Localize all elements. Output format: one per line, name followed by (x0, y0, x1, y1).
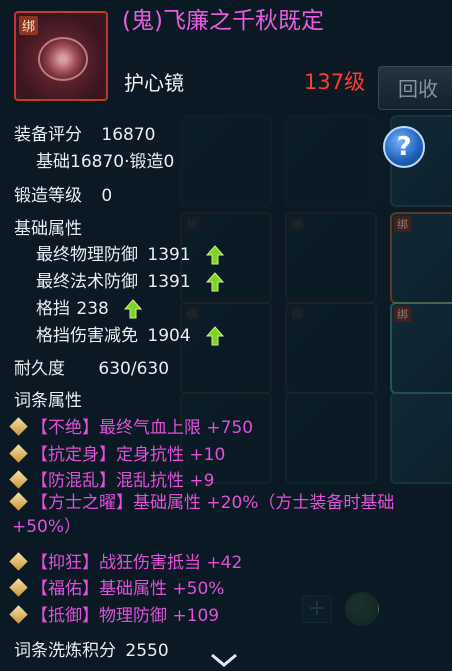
affix-row: 【福佑】基础属性 +50% (9, 574, 225, 599)
base-attr-row: 最终物理防御 1391 (36, 240, 225, 265)
affix-row: 【不绝】最终气血上限 +750 (9, 413, 254, 438)
green-up-arrow-icon (205, 326, 225, 346)
affix-text: 【不绝】最终气血上限 +750 (31, 418, 254, 438)
recycle-button[interactable]: 回收 (378, 66, 452, 110)
attr-name: 最终法术防御 (36, 272, 138, 292)
affix-row: 【抵御】物理防御 +109 (9, 601, 220, 626)
forge-level-value: 0 (101, 186, 113, 206)
affix-text: 【抗定身】定身抗性 +10 (31, 445, 226, 465)
green-up-arrow-icon (124, 299, 143, 319)
refine-label: 词条洗炼积分 (14, 641, 116, 661)
attr-name: 最终物理防御 (36, 245, 138, 265)
gold-diamond-icon (9, 604, 28, 624)
affix-text: 【抑狂】战狂伤害抵当 +42 (31, 553, 243, 573)
refine-value: 2550 (125, 641, 169, 661)
durability-row: 耐久度 630/630 (14, 354, 169, 379)
score-breakdown: 基础16870·锻造0 (36, 152, 175, 172)
durability-label: 耐久度 (14, 359, 65, 379)
affix-text: 【方士之曜】基础属性 +20%（方士装备时基础 +50%） (12, 493, 395, 537)
attr-value: 1391 (147, 245, 191, 265)
attr-value: 238 (76, 299, 109, 319)
inventory-slot[interactable]: 绑 (390, 302, 452, 394)
gold-diamond-icon (9, 416, 28, 436)
affix-text: 【福佑】基础属性 +50% (31, 579, 225, 599)
green-up-arrow-icon (205, 245, 225, 265)
gold-diamond-icon (9, 551, 28, 571)
item-icon: 绑 (14, 11, 108, 101)
base-attr-row: 格挡 238 (36, 294, 143, 319)
affix-row: 【方士之曜】基础属性 +20%（方士装备时基础 +50%） (9, 491, 424, 539)
score-value: 16870 (101, 125, 156, 145)
attr-name: 格挡伤害减免 (36, 326, 138, 346)
item-tooltip: 绑 (鬼)飞廉之千秋既定 护心镜 137级 装备评分 16870 基础16870… (0, 0, 394, 671)
gold-diamond-icon (9, 577, 28, 597)
gold-diamond-icon (9, 443, 28, 463)
inventory-slot[interactable]: 绑 (390, 212, 452, 304)
base-attr-row: 格挡伤害减免 1904 (36, 321, 225, 346)
bind-badge: 绑 (19, 16, 39, 35)
base-attr-row: 最终法术防御 1391 (36, 267, 225, 292)
durability-value: 630/630 (98, 359, 170, 379)
bind-badge: 绑 (394, 216, 411, 232)
affix-text: 【防混乱】混乱抗性 +9 (31, 471, 215, 491)
affix-row: 【抗定身】定身抗性 +10 (9, 440, 226, 465)
attr-name: 格挡 (36, 299, 70, 319)
question-mark-icon[interactable]: ? (383, 126, 425, 168)
score-label: 装备评分 (14, 125, 82, 145)
affix-row: 【防混乱】混乱抗性 +9 (9, 466, 215, 491)
attr-value: 1904 (147, 326, 191, 346)
bind-badge: 绑 (394, 306, 411, 322)
item-name: (鬼)飞廉之千秋既定 (122, 8, 324, 34)
forge-level-row: 锻造等级 0 (14, 181, 112, 206)
mirror-emblem-icon (38, 37, 88, 81)
affix-heading: 词条属性 (14, 391, 82, 411)
item-type: 护心镜 (124, 71, 184, 95)
green-up-arrow-icon (205, 272, 225, 292)
inventory-slot[interactable] (390, 392, 452, 484)
gold-diamond-icon (9, 469, 28, 489)
forge-level-label: 锻造等级 (14, 186, 82, 206)
refine-row: 词条洗炼积分 2550 (14, 636, 169, 661)
affix-row: 【抑狂】战狂伤害抵当 +42 (9, 548, 243, 573)
gold-diamond-icon (9, 491, 28, 511)
base-attrs-heading: 基础属性 (14, 219, 82, 239)
chevron-down-icon[interactable] (208, 651, 240, 669)
score-row: 装备评分 16870 (14, 120, 156, 145)
affix-text: 【抵御】物理防御 +109 (31, 606, 220, 626)
item-level: 137级 (304, 70, 366, 94)
attr-value: 1391 (147, 272, 191, 292)
